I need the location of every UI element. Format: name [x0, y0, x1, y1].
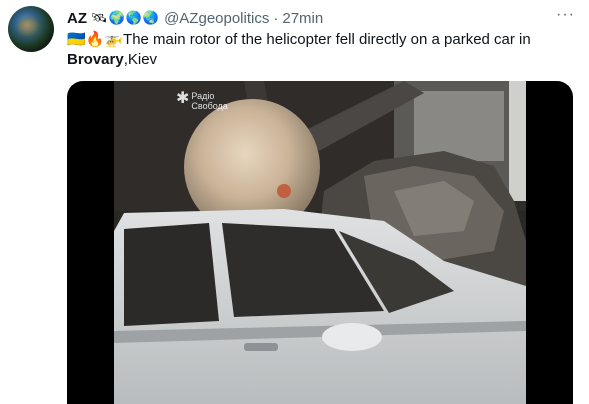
more-options-icon[interactable]: ··· [556, 6, 575, 24]
flag-fire-helicopter-emoji: 🇺🇦🔥🚁 [67, 31, 124, 48]
user-handle[interactable]: @AZgeopolitics [164, 10, 269, 27]
tweet-body: The main rotor of the helicopter fell di… [123, 31, 531, 48]
microphone-logo-icon: ✱ [176, 90, 190, 107]
separator-dot: · [273, 9, 279, 27]
tweet-header: AZ 🛰🌍🌎🌏 @AZgeopolitics · 27min [67, 8, 323, 28]
tweet-video[interactable]: ✱ Радіо Свобода [67, 81, 573, 404]
radio-svoboda-watermark: ✱ Радіо Свобода [176, 90, 228, 112]
timestamp[interactable]: 27min [282, 10, 323, 27]
watermark-text: Радіо Свобода [191, 91, 228, 111]
display-name[interactable]: AZ [67, 10, 87, 27]
tweet-suffix: ,Kiev [123, 51, 158, 68]
avatar[interactable] [8, 6, 54, 52]
video-frame[interactable]: ✱ Радіо Свобода [114, 81, 526, 404]
city-name: Brovary [67, 51, 124, 68]
video-scene [114, 81, 526, 404]
tweet[interactable]: AZ 🛰🌍🌎🌏 @AZgeopolitics · 27min ··· 🇺🇦🔥🚁T… [0, 0, 589, 404]
name-emoji: 🛰🌍🌎🌏 [91, 10, 161, 25]
tweet-text: 🇺🇦🔥🚁The main rotor of the helicopter fel… [67, 30, 567, 70]
